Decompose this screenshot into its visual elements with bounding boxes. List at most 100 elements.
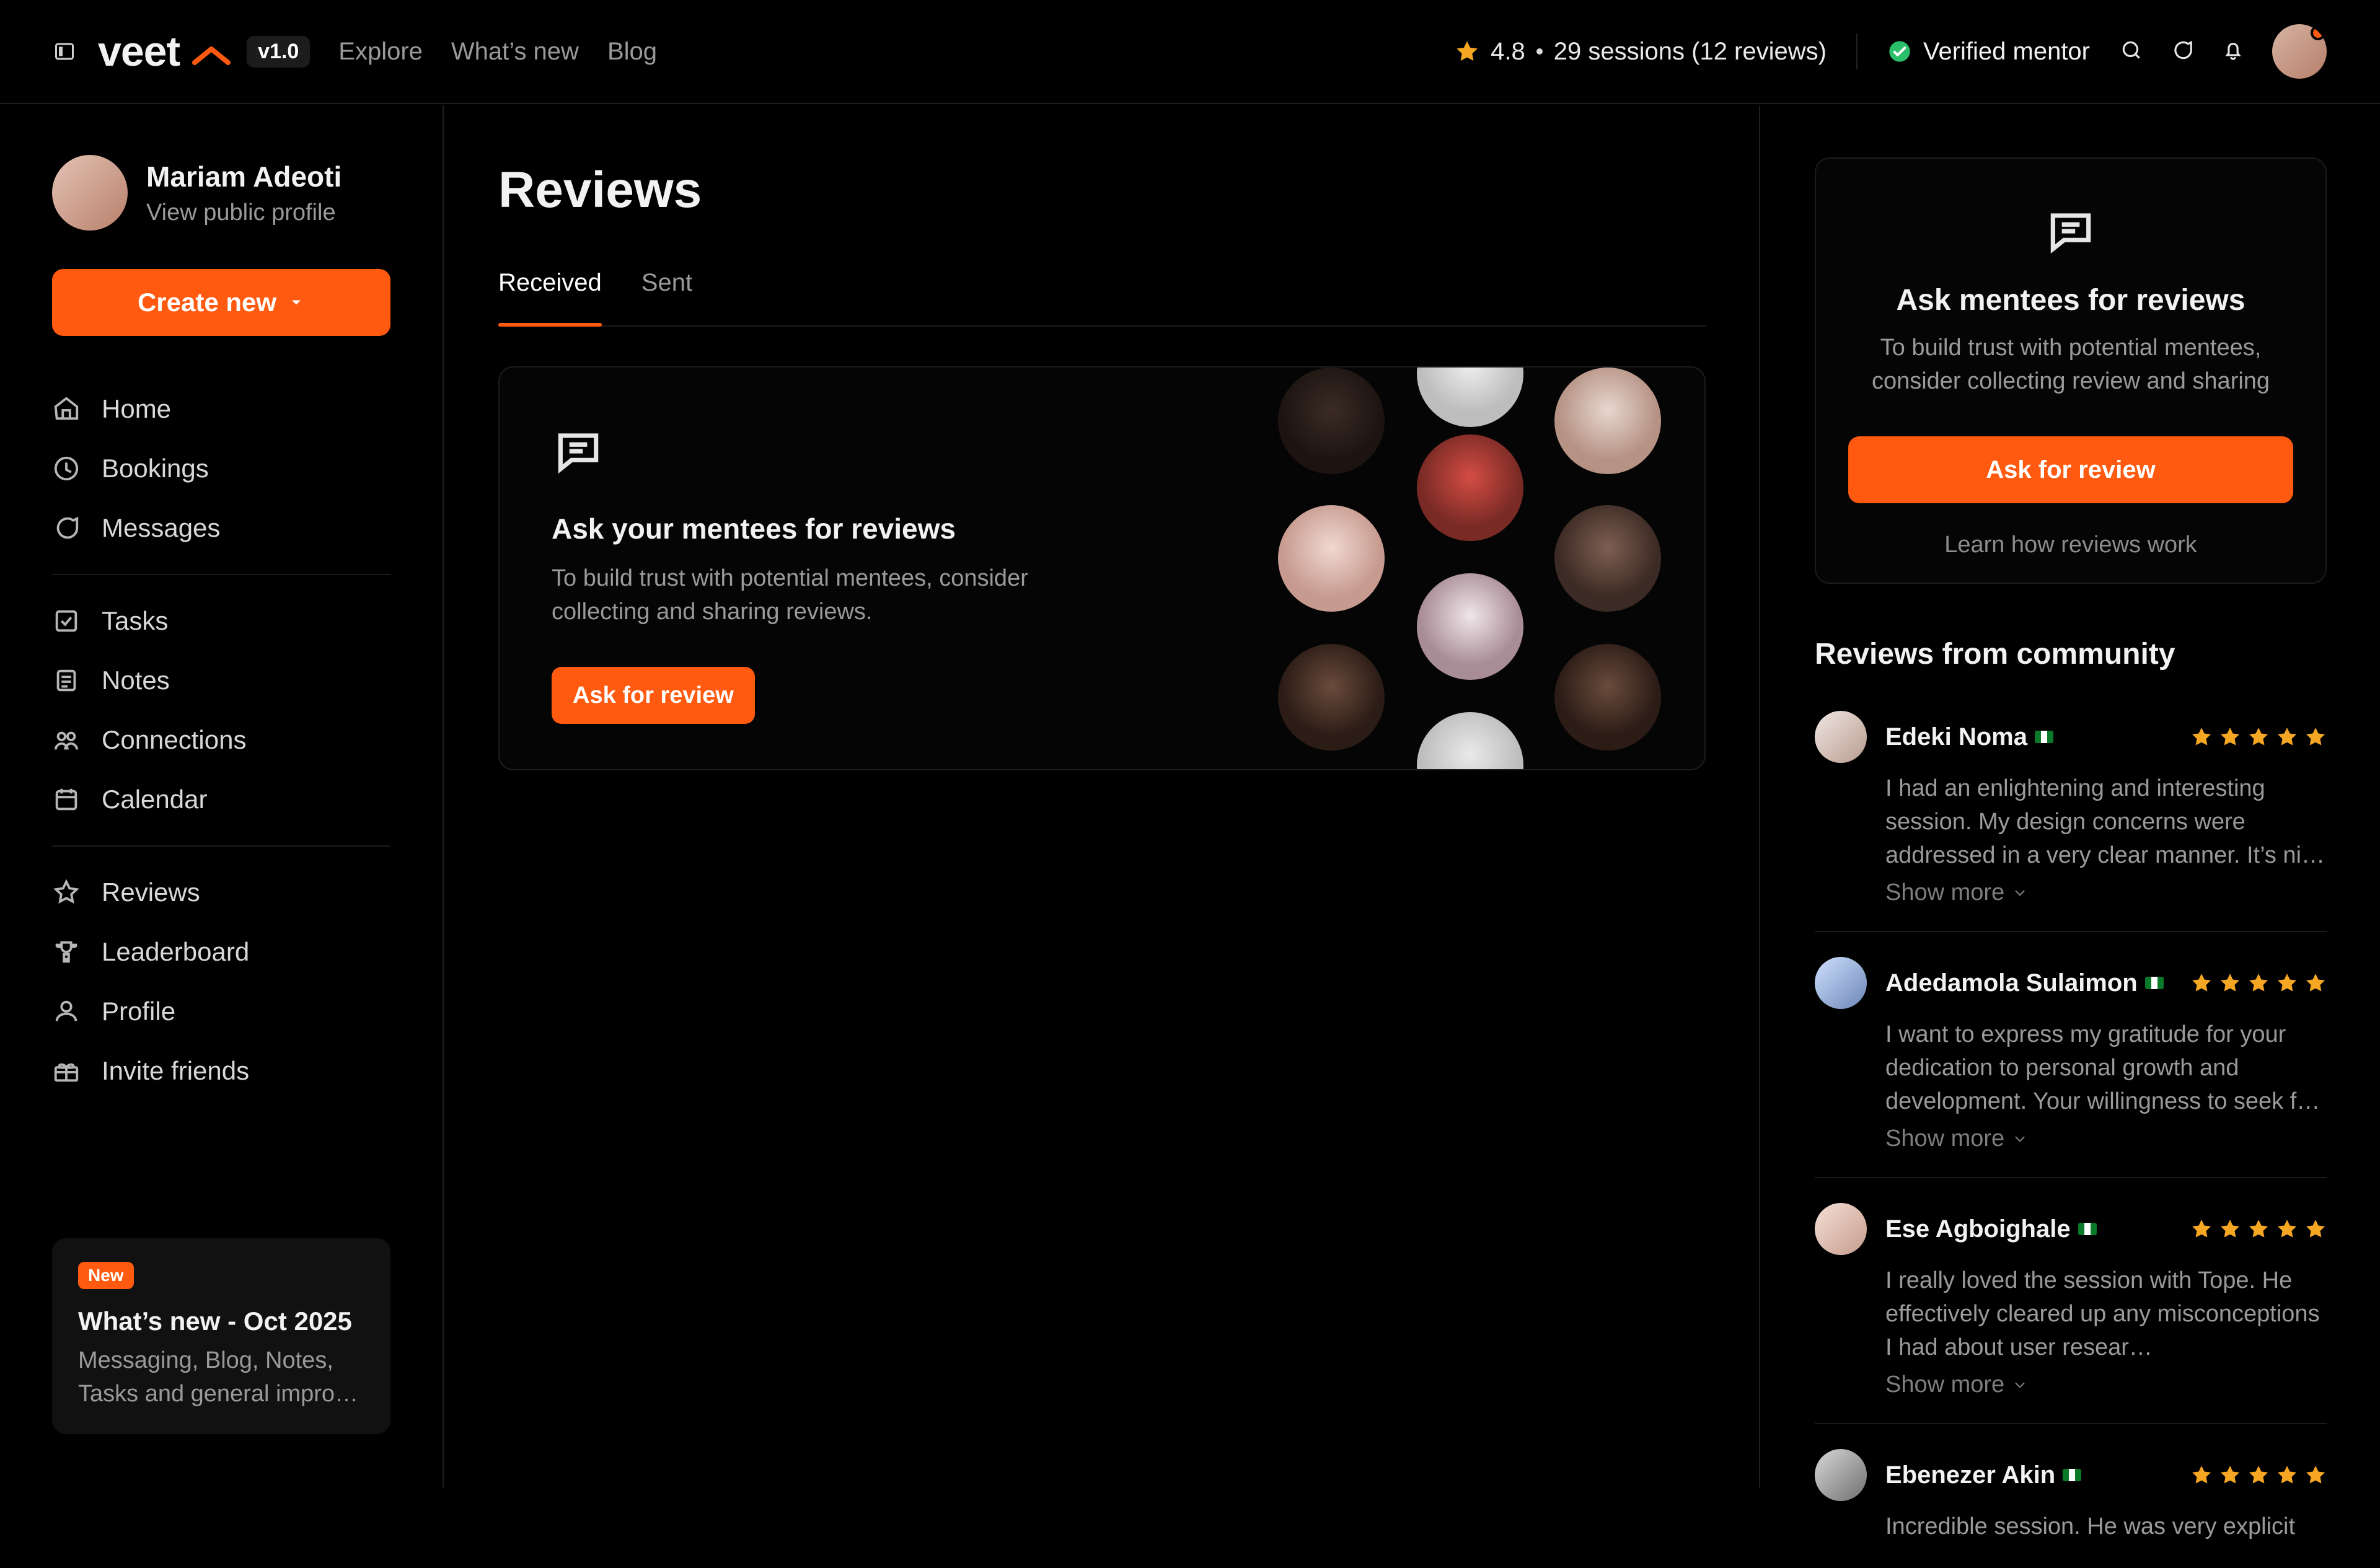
nav-explore[interactable]: Explore <box>338 38 423 66</box>
create-new-button[interactable]: Create new <box>52 269 390 336</box>
star-icon <box>2304 1218 2327 1240</box>
tab-sent[interactable]: Sent <box>641 269 692 325</box>
review-text: I really loved the session with Tope. He… <box>1885 1264 2327 1364</box>
reviewer-avatar <box>1815 957 1867 1009</box>
review-text: I had an enlightening and interesting se… <box>1885 772 2327 872</box>
face-avatar <box>1554 505 1661 612</box>
profile-name: Mariam Adeoti <box>146 160 342 193</box>
sidebar-item-label: Notes <box>102 666 170 695</box>
sidebar-item-label: Messages <box>102 513 220 543</box>
review-item: Ebenezer Akin Incredible session. He was… <box>1815 1449 2327 1568</box>
verified-badge: Verified mentor <box>1887 38 2090 66</box>
reviewer-name: Edeki Noma <box>1885 723 2053 751</box>
sidebar-item-connections[interactable]: Connections <box>52 710 390 770</box>
whats-new-card[interactable]: New What’s new - Oct 2025 Messaging, Blo… <box>52 1238 390 1434</box>
clock-icon <box>52 454 81 483</box>
menu-divider <box>52 845 390 847</box>
brand[interactable]: veet v1.0 <box>98 27 310 76</box>
tabs: Received Sent <box>498 269 1706 327</box>
checkbox-icon <box>52 607 81 635</box>
face-avatar <box>1278 368 1385 474</box>
top-divider <box>1856 33 1858 69</box>
reviewer-avatar <box>1815 1203 1867 1255</box>
sidebar-toggle-icon[interactable] <box>53 40 76 63</box>
sidebar-item-bookings[interactable]: Bookings <box>52 439 390 498</box>
sidebar-item-tasks[interactable]: Tasks <box>52 591 390 651</box>
review-item: Edeki Noma I had an enlightening and int… <box>1815 711 2327 932</box>
reviewer-name: Adedamola Sulaimon <box>1885 969 2164 997</box>
verified-check-icon <box>1887 39 1912 64</box>
star-icon <box>2219 1218 2241 1240</box>
tab-received[interactable]: Received <box>498 269 602 325</box>
page-title: Reviews <box>498 161 1706 219</box>
sidebar-item-home[interactable]: Home <box>52 379 390 439</box>
main-content: Reviews Received Sent Ask your mentees f… <box>445 105 1760 1487</box>
notifications-icon[interactable] <box>2221 38 2245 65</box>
sidebar-item-label: Reviews <box>102 878 200 907</box>
sidebar-item-label: Home <box>102 394 171 424</box>
top-left: veet v1.0 Explore What’s new Blog <box>53 27 657 76</box>
sidebar-item-messages[interactable]: Messages <box>52 498 390 558</box>
user-avatar[interactable] <box>2272 24 2327 79</box>
sidebar-item-notes[interactable]: Notes <box>52 651 390 710</box>
sidebar: Mariam Adeoti View public profile Create… <box>0 105 444 1487</box>
right-column: Ask mentees for reviews To build trust w… <box>1761 105 2380 1487</box>
sidebar-item-reviews[interactable]: Reviews <box>52 863 390 922</box>
learn-how-link[interactable]: Learn how reviews work <box>1848 532 2293 558</box>
faces-collage <box>1278 368 1687 769</box>
show-more-button[interactable]: Show more <box>1885 1125 2327 1152</box>
star-icon <box>2247 1464 2270 1486</box>
top-bar: veet v1.0 Explore What’s new Blog 4.8 29… <box>0 0 2380 104</box>
chevron-down-icon <box>2012 1131 2028 1147</box>
star-icon <box>2304 972 2327 994</box>
sidebar-item-label: Leaderboard <box>102 937 249 967</box>
reviewer-name-text: Edeki Noma <box>1885 723 2027 751</box>
sidebar-item-calendar[interactable]: Calendar <box>52 770 390 829</box>
sidebar-item-label: Bookings <box>102 454 209 483</box>
sidebar-item-invite-friends[interactable]: Invite friends <box>52 1041 390 1101</box>
nigeria-flag-icon <box>2145 977 2164 989</box>
sidebar-item-label: Tasks <box>102 606 168 636</box>
dot-separator <box>1536 48 1543 55</box>
nigeria-flag-icon <box>2035 731 2053 743</box>
star-icon <box>2190 972 2213 994</box>
rating-stars <box>2190 726 2327 748</box>
reviewer-name-text: Ese Agboighale <box>1885 1215 2071 1243</box>
star-icon <box>2190 726 2213 748</box>
star-icon <box>2247 1218 2270 1240</box>
chevron-down-icon <box>2012 1377 2028 1393</box>
create-new-label: Create new <box>138 288 276 317</box>
search-icon[interactable] <box>2120 38 2143 65</box>
star-outline-icon <box>52 878 81 907</box>
nav-whats-new[interactable]: What’s new <box>451 38 579 66</box>
top-right: 4.8 29 sessions (12 reviews) Verified me… <box>1455 24 2327 79</box>
star-icon <box>2304 726 2327 748</box>
face-avatar <box>1417 573 1523 680</box>
ask-for-review-button[interactable]: Ask for review <box>552 667 755 724</box>
view-public-profile[interactable]: View public profile <box>146 200 342 226</box>
sidebar-item-profile[interactable]: Profile <box>52 982 390 1041</box>
rating-stars <box>2190 1464 2327 1486</box>
sidebar-item-leaderboard[interactable]: Leaderboard <box>52 922 390 982</box>
user-icon <box>52 997 81 1026</box>
show-more-label: Show more <box>1885 1372 2004 1398</box>
star-icon <box>1455 39 1479 64</box>
show-more-button[interactable]: Show more <box>1885 1372 2327 1398</box>
messages-icon[interactable] <box>2171 38 2194 65</box>
users-icon <box>52 726 81 754</box>
face-avatar <box>1417 366 1523 427</box>
nav-blog[interactable]: Blog <box>607 38 657 66</box>
ask-for-review-card-button[interactable]: Ask for review <box>1848 436 2293 503</box>
show-more-button[interactable]: Show more <box>1885 879 2327 906</box>
nigeria-flag-icon <box>2063 1469 2081 1481</box>
ask-reviews-hero: Ask your mentees for reviews To build tr… <box>498 366 1706 770</box>
sidebar-item-label: Profile <box>102 997 175 1026</box>
message-square-icon <box>552 425 605 478</box>
show-more-label: Show more <box>1885 879 2004 906</box>
rating-value: 4.8 <box>1491 38 1525 66</box>
face-avatar <box>1554 644 1661 751</box>
reviewer-name: Ese Agboighale <box>1885 1215 2097 1243</box>
menu-divider <box>52 574 390 575</box>
sidebar-profile[interactable]: Mariam Adeoti View public profile <box>52 155 390 231</box>
note-icon <box>52 666 81 695</box>
